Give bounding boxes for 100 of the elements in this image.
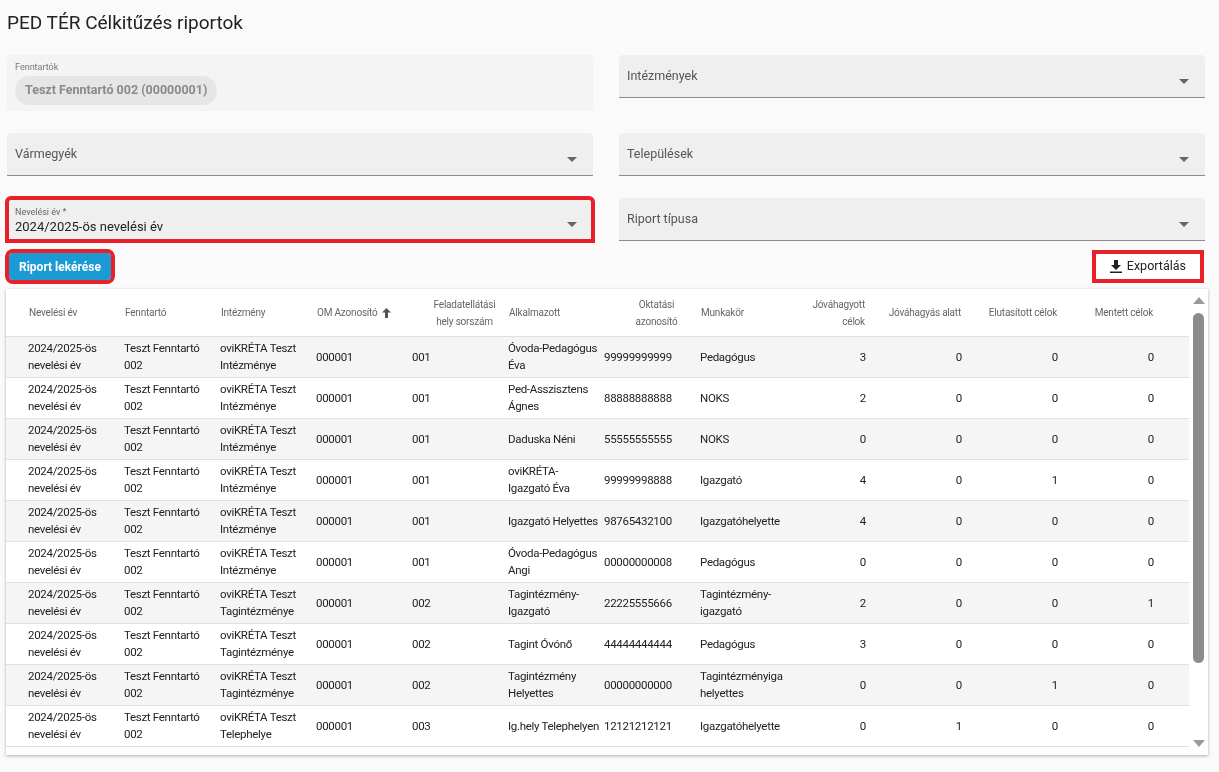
provider-field[interactable]: Fenntartók Teszt Fenntartó 002 (00000001)	[7, 55, 593, 111]
table-cell-text: 0	[1050, 553, 1059, 571]
table-cell-text: Teszt Fenntartó 002	[123, 340, 201, 374]
field-label: Riport típusa	[627, 210, 698, 226]
column-header[interactable]: Munkakör	[701, 304, 744, 321]
scroll-up-arrow-icon[interactable]	[1192, 297, 1205, 304]
table-cell-text: 0	[954, 594, 963, 612]
table-cell-text: 002	[411, 676, 432, 694]
sort-up-arrow-icon[interactable]	[381, 307, 391, 318]
table-cell-text: 0	[1146, 389, 1155, 407]
table-cell-text: oviKRÉTA Teszt Intézménye	[219, 545, 297, 579]
table-cell-text: Igazgató	[699, 471, 743, 489]
table-cell-text: 1	[1146, 594, 1155, 612]
table-cell-text: Tagintézményiga helyettes	[699, 668, 784, 702]
column-header[interactable]: Elutasított célok	[988, 304, 1057, 321]
table-cell-text: 000001	[315, 348, 354, 366]
table-cell-text: 003	[411, 717, 432, 735]
column-header[interactable]: Jóváhagyás alatt	[888, 304, 961, 321]
field-label: Intézmények	[627, 67, 698, 83]
table-cell-text: 2024/2025-ös nevelési év	[27, 463, 98, 497]
table-cell-text: Teszt Fenntartó 002	[123, 627, 201, 661]
table-cell-text: oviKRÉTA Teszt Intézménye	[219, 463, 297, 497]
select-field[interactable]: Települések	[619, 133, 1205, 176]
table-cell-text: Teszt Fenntartó 002	[123, 545, 201, 579]
table-cell-text: 000001	[315, 389, 354, 407]
table-cell-text: 0	[954, 471, 963, 489]
table-cell-text: Ped-Asszisztens Ágnes	[507, 381, 590, 415]
table-cell-text: NOKS	[699, 389, 730, 407]
table-cell-text: 000001	[315, 512, 354, 530]
table-cell-text: oviKRÉTA-Igazgató Éva	[507, 463, 571, 497]
table-cell-text: 1	[954, 717, 963, 735]
table-cell-text: 0	[1146, 676, 1155, 694]
table-cell-text: Ig.hely Telephelyen	[507, 717, 601, 735]
table-cell-text: Teszt Fenntartó 002	[123, 504, 201, 538]
table-cell-text: oviKRÉTA Teszt Tagintézménye	[219, 668, 297, 702]
table-cell-text: 0	[954, 389, 963, 407]
scroll-down-arrow-icon[interactable]	[1192, 740, 1205, 747]
column-header[interactable]: Oktatási azonosító	[618, 295, 695, 330]
table-cell-text: NOKS	[699, 430, 730, 448]
column-header[interactable]: Mentett célok	[1094, 304, 1153, 321]
table-cell-text: oviKRÉTA Teszt Intézménye	[219, 381, 297, 415]
table-cell-text: 0	[954, 676, 963, 694]
table-cell-text: Tagintézmény-igazgató	[699, 586, 772, 620]
column-header[interactable]: Jóváhagyott célok	[810, 295, 865, 330]
column-header[interactable]: Feladatellátási hely sorszám	[426, 295, 503, 330]
column-header[interactable]: Alkalmazott	[509, 304, 561, 321]
select-field[interactable]: Nevelési év * 2024/2025-ös nevelési év	[7, 198, 593, 241]
table-cell-text: 000001	[315, 430, 354, 448]
table-cell-text: Tagint Óvónő	[507, 635, 573, 653]
column-header[interactable]: OM Azonosító	[317, 304, 378, 321]
table-cell-text: 002	[411, 635, 432, 653]
table-cell-text: 3	[858, 348, 867, 366]
select-field[interactable]: Vármegyék	[7, 133, 593, 176]
table-cell-text: 001	[411, 512, 432, 530]
table-cell-text: Igazgatóhelyette	[699, 717, 781, 735]
table-cell-text: 0	[954, 635, 963, 653]
field-label: Települések	[627, 145, 694, 161]
column-header[interactable]: Fenntartó	[125, 304, 167, 321]
table-cell-text: 4	[858, 512, 867, 530]
table-cell-text: Tagintézmény Helyettes	[507, 668, 578, 702]
table-cell-text: 0	[1146, 635, 1155, 653]
table-cell-text: 0	[1146, 348, 1155, 366]
select-field[interactable]: Riport típusa	[619, 198, 1205, 241]
table-cell-text: 000001	[315, 676, 354, 694]
table-cell-text: 0	[858, 676, 867, 694]
table-cell-text: Teszt Fenntartó 002	[123, 668, 201, 702]
table-cell-text: 22225555666	[603, 594, 673, 612]
table-cell-text: 0	[858, 717, 867, 735]
table-cell-text: Teszt Fenntartó 002	[123, 381, 201, 415]
table-cell-text: 000001	[315, 594, 354, 612]
table-cell-text: Teszt Fenntartó 002	[123, 463, 201, 497]
table-cell-text: 2024/2025-ös nevelési év	[27, 381, 98, 415]
table-cell-text: 001	[411, 430, 432, 448]
table-cell-text: Teszt Fenntartó 002	[123, 709, 201, 743]
table-cell-text: 1	[1050, 676, 1059, 694]
table-cell-text: 99999998888	[603, 471, 673, 489]
page-title: PED TÉR Célkitűzés riportok	[7, 11, 244, 35]
table-cell-text: 3	[858, 635, 867, 653]
table-cell-text: 2	[858, 594, 867, 612]
table-cell-text: 12121212121	[603, 717, 673, 735]
table-cell-text: 2024/2025-ös nevelési év	[27, 627, 98, 661]
table-cell-text: 88888888888	[603, 389, 673, 407]
scrollbar-thumb[interactable]	[1193, 313, 1204, 663]
select-field[interactable]: Intézmények	[619, 55, 1205, 98]
table-cell-text: 001	[411, 553, 432, 571]
column-header[interactable]: Nevelési év	[29, 304, 78, 321]
table-cell-text: Óvoda-Pedagógus Éva	[507, 340, 599, 374]
dropdown-caret-icon	[1179, 221, 1189, 227]
field-label: Fenntartók	[15, 63, 59, 72]
table-cell-text: 2024/2025-ös nevelési év	[27, 586, 98, 620]
table-cell-text: 98765432100	[603, 512, 673, 530]
table-cell-text: 0	[954, 512, 963, 530]
column-header[interactable]: Intézmény	[221, 304, 266, 321]
table-cell-text: 0	[1146, 553, 1155, 571]
table-cell-text: 00000000008	[603, 553, 673, 571]
scrollbar[interactable]	[1189, 289, 1208, 755]
table-cell-text: 0	[954, 348, 963, 366]
table-cell-text: oviKRÉTA Teszt Telephelye	[219, 709, 297, 743]
table-cell-text: 002	[411, 594, 432, 612]
table-cell-text: 000001	[315, 635, 354, 653]
